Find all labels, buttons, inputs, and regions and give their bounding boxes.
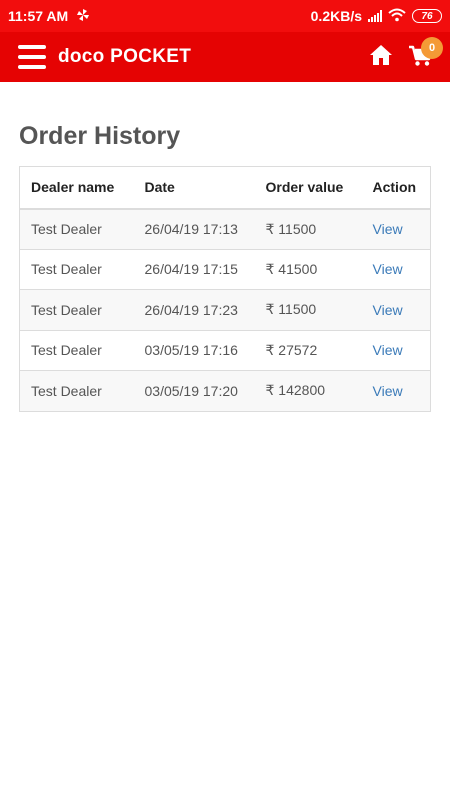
signal-icon [368, 10, 382, 22]
view-link[interactable]: View [373, 302, 403, 318]
table-row: Test Dealer 26/04/19 17:15 ₹ 41500 View [19, 248, 431, 290]
dealer-name-cell: Test Dealer [19, 370, 134, 411]
order-value-cell: ₹ 11500 [254, 289, 362, 330]
app-bar: doco POCKET [0, 32, 450, 82]
view-link[interactable]: View [373, 383, 403, 399]
dealer-name-cell: Test Dealer [19, 248, 134, 290]
table-row: Test Dealer 03/05/19 17:20 ₹ 142800 View [19, 370, 431, 411]
status-left: 11:57 AM [8, 8, 90, 25]
table-header-row: Dealer name Date Order value Action [19, 166, 431, 210]
network-speed: 0.2KB/s [310, 8, 362, 24]
view-link[interactable]: View [373, 261, 403, 277]
battery-level: 76 [421, 10, 433, 22]
date-cell: 03/05/19 17:20 [133, 370, 255, 411]
home-icon[interactable] [369, 44, 393, 68]
header-dealer-name: Dealer name [19, 166, 134, 210]
view-link[interactable]: View [373, 342, 403, 358]
status-bar: 11:57 AM 0.2KB/s 76 [0, 0, 450, 32]
status-time: 11:57 AM [8, 8, 69, 24]
pinwheel-icon [76, 8, 90, 25]
battery-icon: 76 [412, 9, 442, 23]
cart-count-badge: 0 [421, 37, 443, 59]
header-order-value: Order value [254, 166, 362, 210]
order-value-cell: ₹ 27572 [254, 329, 362, 371]
date-cell: 26/04/19 17:23 [133, 289, 255, 330]
hamburger-menu-icon[interactable] [18, 45, 46, 69]
table-row: Test Dealer 26/04/19 17:23 ₹ 11500 View [19, 289, 431, 330]
header-action: Action [361, 166, 431, 210]
order-value-cell: ₹ 11500 [254, 208, 362, 249]
table-row: Test Dealer 26/04/19 17:13 ₹ 11500 View [19, 208, 431, 249]
order-value-cell: ₹ 142800 [254, 370, 362, 411]
date-cell: 03/05/19 17:16 [133, 329, 255, 371]
header-date: Date [133, 166, 255, 210]
app-title: doco POCKET [58, 46, 192, 67]
date-cell: 26/04/19 17:13 [133, 208, 255, 249]
order-history-table: Dealer name Date Order value Action Test… [19, 166, 431, 412]
wifi-icon [388, 8, 406, 25]
date-cell: 26/04/19 17:15 [133, 248, 255, 290]
status-right: 0.2KB/s 76 [311, 8, 442, 25]
view-link[interactable]: View [373, 221, 403, 237]
dealer-name-cell: Test Dealer [19, 289, 134, 330]
table-row: Test Dealer 03/05/19 17:16 ₹ 27572 View [19, 329, 431, 371]
dealer-name-cell: Test Dealer [19, 329, 134, 371]
order-value-cell: ₹ 41500 [254, 248, 362, 290]
page-title: Order History [19, 122, 181, 150]
dealer-name-cell: Test Dealer [19, 208, 134, 249]
